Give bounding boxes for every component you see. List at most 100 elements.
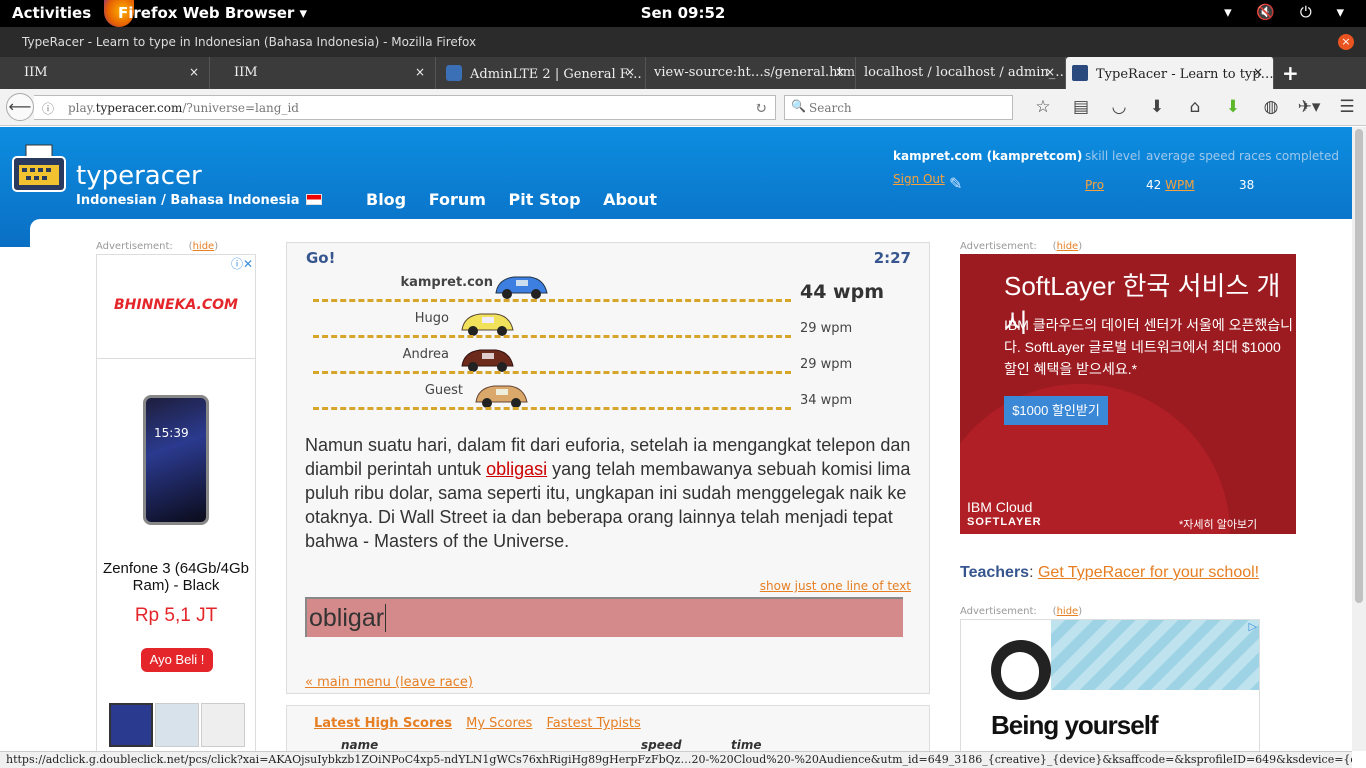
tab-iim-2[interactable]: IIM × bbox=[210, 57, 436, 89]
tab-latest-high-scores[interactable]: Latest High Scores bbox=[314, 716, 452, 731]
system-tray[interactable]: ▾ 🔇 ⏻ ▾ bbox=[1224, 3, 1354, 21]
ad-cta-button[interactable]: $1000 할인받기 bbox=[1004, 396, 1108, 425]
nav-blog[interactable]: Blog bbox=[366, 190, 406, 209]
typeracer-logo-icon[interactable] bbox=[10, 143, 68, 195]
page-scrollbar[interactable] bbox=[1352, 127, 1366, 751]
skill-level-label: skill level bbox=[1085, 149, 1141, 163]
tab-iim-1[interactable]: IIM × bbox=[0, 57, 210, 89]
race-lane bbox=[313, 371, 791, 374]
reader-icon[interactable]: ▤ bbox=[1062, 97, 1100, 117]
text-cursor bbox=[385, 604, 394, 632]
adchoices-icon[interactable]: ▷ bbox=[1249, 620, 1257, 633]
scrollbar-thumb[interactable] bbox=[1355, 129, 1363, 603]
racer-name: Guest bbox=[424, 383, 463, 398]
tab-phpmyadmin[interactable]: localhost / localhost / admin_… × bbox=[856, 57, 1066, 89]
close-tab-icon[interactable]: × bbox=[415, 65, 425, 79]
hide-ad-link[interactable]: hide bbox=[193, 241, 215, 252]
race-lane bbox=[313, 335, 791, 338]
site-brand[interactable]: typeracer bbox=[76, 161, 202, 191]
universe-label[interactable]: Indonesian / Bahasa Indonesia bbox=[76, 193, 300, 208]
search-field[interactable]: 🔍 Search bbox=[784, 95, 1013, 120]
ad-label-text: Advertisement: bbox=[960, 606, 1037, 617]
download-icon[interactable]: ⬇ bbox=[1138, 97, 1176, 117]
clock[interactable]: Sen 09:52 bbox=[0, 4, 1366, 22]
race-lane bbox=[313, 407, 791, 410]
info-icon[interactable]: ⓘ bbox=[42, 100, 54, 117]
hide-ad-link[interactable]: hide bbox=[1057, 241, 1079, 252]
racer-wpm: 44 wpm bbox=[800, 281, 885, 303]
tab-view-source[interactable]: view-source:ht…s/general.html × bbox=[646, 57, 856, 89]
leave-race-link[interactable]: « main menu (leave race) bbox=[305, 675, 473, 690]
avg-speed-value: 42 WPM bbox=[1146, 178, 1195, 192]
left-advertisement[interactable]: ⓘ✕ BHINNEKA.COM 15:39 Zenfone 3 (64Gb/4G… bbox=[96, 254, 256, 751]
racer-wpm: 29 wpm bbox=[800, 357, 853, 372]
nav-about[interactable]: About bbox=[603, 190, 657, 209]
tab-fastest-typists[interactable]: Fastest Typists bbox=[546, 716, 640, 731]
racer-name: Hugo bbox=[414, 311, 449, 326]
right-advertisement[interactable]: SoftLayer 한국 서비스 개시 IBM 클라우드의 데이터 센터가 서울… bbox=[960, 254, 1296, 534]
race-panel: Go! 2:27 kampret.con 44 wpm Hugo 29 wpm … bbox=[286, 242, 930, 694]
nav-forum[interactable]: Forum bbox=[429, 190, 486, 209]
phone-image: 15:39 bbox=[143, 395, 209, 525]
thumbnail[interactable] bbox=[155, 703, 199, 747]
page-viewport: typeracer Indonesian / Bahasa Indonesia … bbox=[0, 127, 1352, 751]
race-text: Namun suatu hari, dalam fit dari euforia… bbox=[305, 433, 915, 553]
thumbnail[interactable] bbox=[201, 703, 245, 747]
back-button[interactable]: ⟵ bbox=[6, 93, 34, 121]
navigation-toolbar: ⟵ ⓘ play.typeracer.com/?universe=lang_id… bbox=[0, 89, 1366, 126]
new-tab-button[interactable]: + bbox=[1282, 61, 1299, 85]
user-avatar-icon[interactable]: ✎ bbox=[949, 174, 962, 193]
column-speed: speed bbox=[641, 738, 682, 751]
toolbar-icons: ☆ ▤ ◡ ⬇ ⌂ ⬇ ◍ ✈▾ ☰ bbox=[1024, 97, 1366, 117]
current-word: obligasi bbox=[486, 459, 548, 479]
ad-more-link[interactable]: *자세히 알아보기 bbox=[1179, 516, 1257, 532]
product-thumbnails bbox=[109, 703, 247, 751]
wpm-link[interactable]: WPM bbox=[1165, 178, 1194, 192]
green-download-icon[interactable]: ⬇ bbox=[1214, 97, 1252, 117]
hide-ad-link[interactable]: hide bbox=[1057, 606, 1079, 617]
avg-speed-label: average speed bbox=[1146, 149, 1236, 163]
close-tab-icon[interactable]: × bbox=[1253, 65, 1263, 79]
window-close-button[interactable]: × bbox=[1338, 34, 1354, 50]
close-tab-icon[interactable]: × bbox=[189, 65, 199, 79]
ad-headline: Being yourself bbox=[991, 710, 1159, 740]
extension-icon[interactable]: ✈▾ bbox=[1290, 97, 1328, 117]
ad-label-text: Advertisement: bbox=[96, 241, 173, 252]
search-placeholder: Search bbox=[809, 101, 852, 115]
vpn-icon[interactable]: ◍ bbox=[1252, 97, 1290, 117]
ad-label-right-2: Advertisement: (hide) bbox=[960, 606, 1083, 617]
reload-icon[interactable]: ↻ bbox=[754, 99, 767, 117]
user-name[interactable]: kampret.com (kampretcom) bbox=[893, 149, 1082, 163]
tab-adminlte[interactable]: AdminLTE 2 | General F… × bbox=[436, 57, 646, 89]
mailchimp-advertisement[interactable]: ▷ Being yourself bbox=[960, 619, 1260, 751]
skill-link[interactable]: Pro bbox=[1085, 178, 1104, 192]
url-bar[interactable]: ⓘ play.typeracer.com/?universe=lang_id ↻ bbox=[34, 95, 776, 120]
menu-icon[interactable]: ☰ bbox=[1328, 97, 1366, 117]
close-tab-icon[interactable]: × bbox=[1045, 65, 1055, 79]
typing-input[interactable]: obligar bbox=[305, 597, 903, 637]
star-icon[interactable]: ☆ bbox=[1024, 97, 1062, 117]
sign-out-link[interactable]: Sign Out bbox=[893, 172, 945, 186]
player-car-icon bbox=[495, 276, 548, 299]
tab-typeracer[interactable]: TypeRacer - Learn to typ… × bbox=[1066, 57, 1274, 89]
teachers-promo: Teachers: Get TypeRacer for your school! bbox=[960, 564, 1259, 582]
product-name: Zenfone 3 (64Gb/4Gb Ram) - Black bbox=[103, 560, 249, 594]
close-tab-icon[interactable]: × bbox=[625, 65, 635, 79]
thumbnail[interactable] bbox=[109, 703, 153, 747]
url-domain: typeracer.com bbox=[95, 101, 183, 115]
buy-button[interactable]: Ayo Beli ! bbox=[141, 648, 213, 672]
pocket-icon[interactable]: ◡ bbox=[1100, 97, 1138, 117]
ad-body: IBM 클라우드의 데이터 센터가 서울에 오픈했습니다. SoftLayer … bbox=[1004, 317, 1294, 377]
site-nav: Blog Forum Pit Stop About bbox=[366, 190, 674, 209]
softlayer-logo: SOFTLAYER bbox=[967, 516, 1042, 528]
indonesia-flag-icon bbox=[306, 194, 322, 205]
column-time: time bbox=[731, 738, 762, 751]
scores-panel: Latest High Scores My Scores Fastest Typ… bbox=[286, 705, 930, 751]
nav-pit-stop[interactable]: Pit Stop bbox=[509, 190, 581, 209]
home-icon[interactable]: ⌂ bbox=[1176, 97, 1214, 117]
tab-my-scores[interactable]: My Scores bbox=[466, 716, 532, 731]
search-icon: 🔍 bbox=[791, 99, 806, 113]
one-line-toggle[interactable]: show just one line of text bbox=[760, 579, 911, 593]
close-tab-icon[interactable]: × bbox=[835, 65, 845, 79]
teachers-link[interactable]: Get TypeRacer for your school! bbox=[1038, 564, 1259, 581]
